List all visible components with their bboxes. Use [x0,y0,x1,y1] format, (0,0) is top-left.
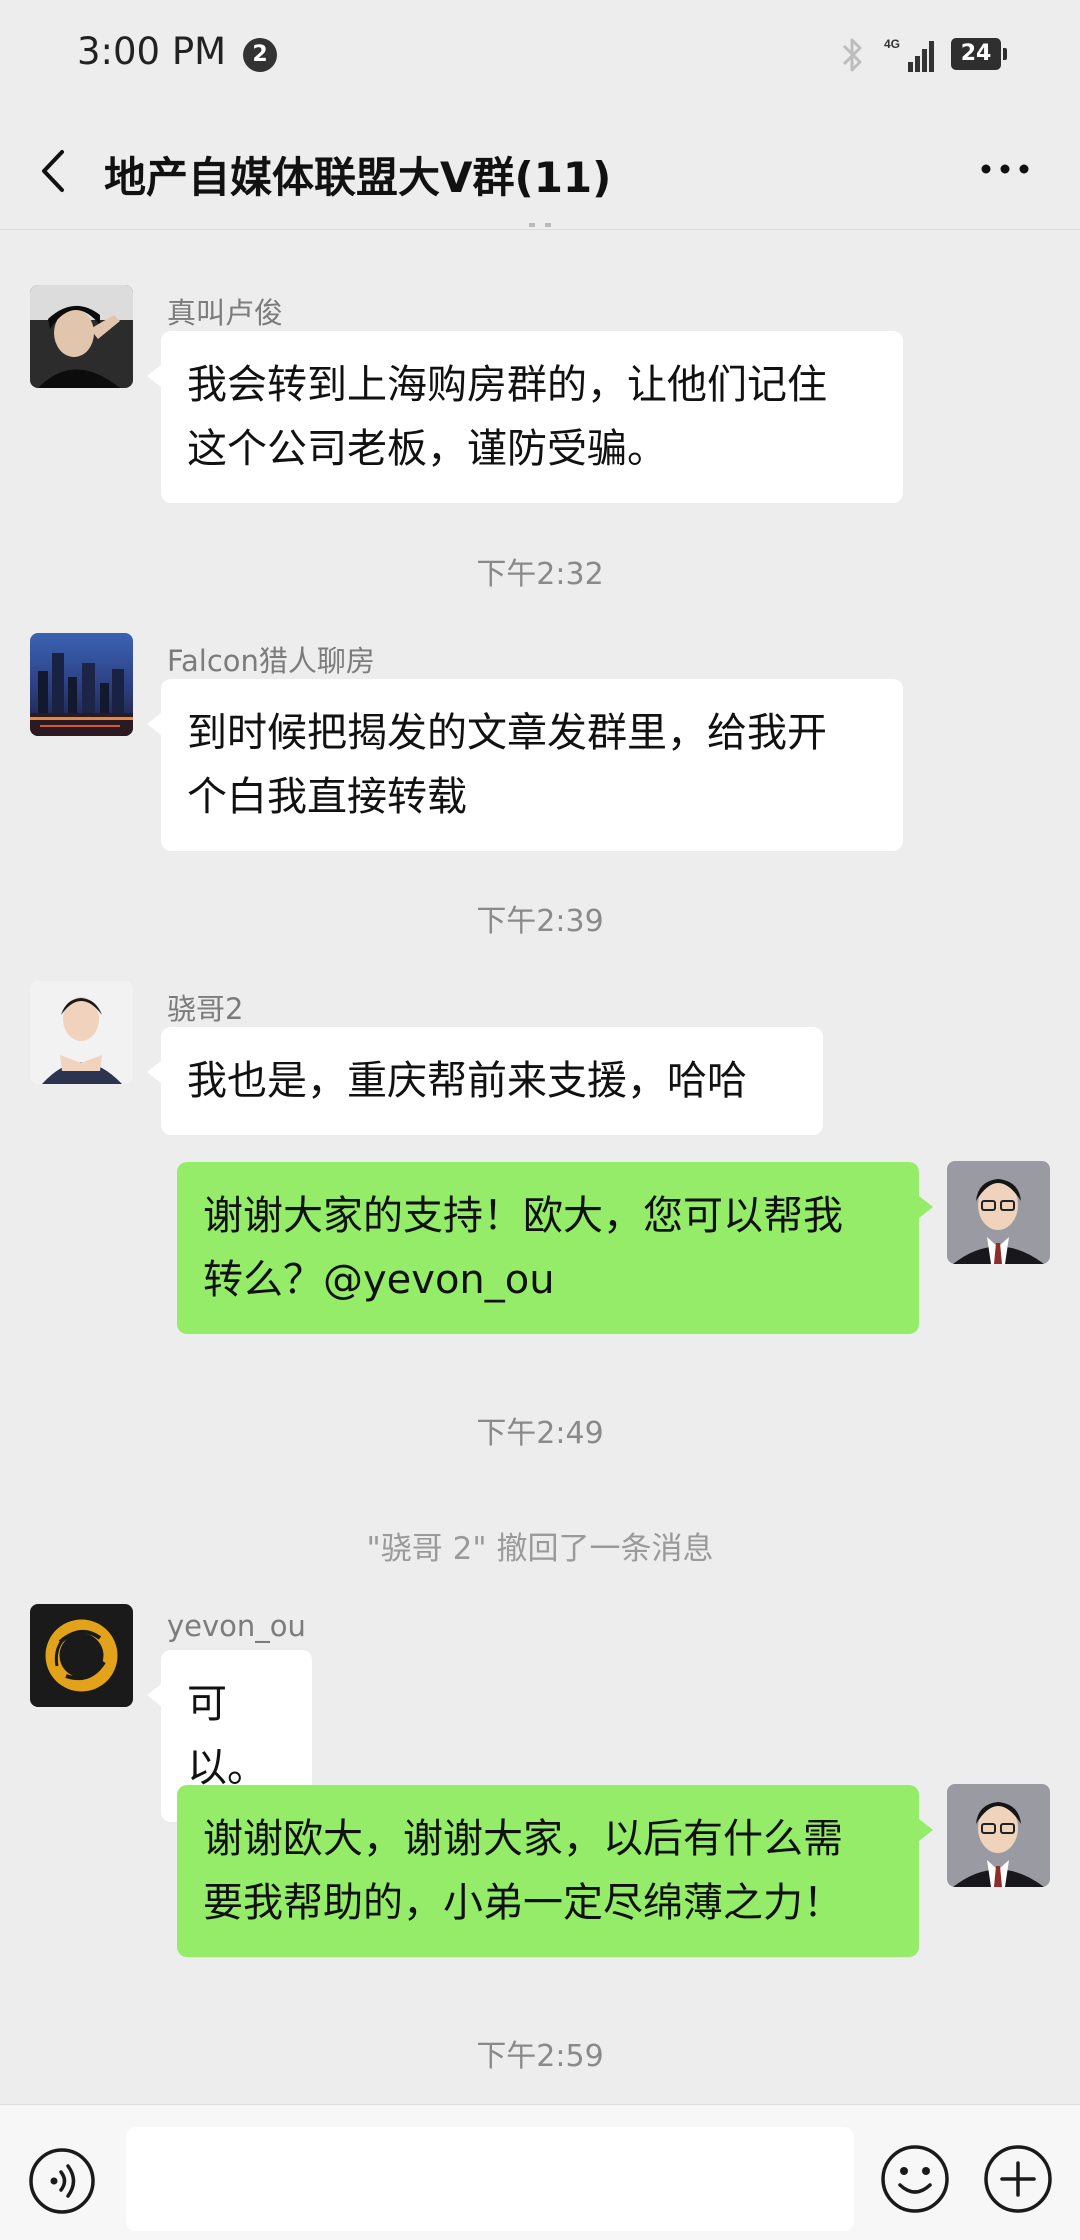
recall-notice: "骁哥 2" 撤回了一条消息 [366,1531,714,1567]
avatar[interactable] [30,981,133,1084]
scroll-remnant-mark [529,223,551,227]
message-line: 到时候把揭发的文章发群里，给我开 [187,710,827,756]
message-line: 转么？@yevon_ou [203,1257,555,1303]
message-line: 我也是，重庆帮前来支援，哈哈 [187,1058,747,1104]
status-bar: 3:00 PM 2 4G 24 [0,0,1080,110]
network-label: 4G [884,37,900,51]
sender-name: yevon_ou [167,1609,306,1643]
input-bar [0,2104,1080,2240]
self-avatar[interactable] [947,1161,1050,1264]
sender-name: Falcon猎人聊房 [167,644,375,678]
message-line: 这个公司老板，谨防受骗。 [187,426,667,472]
avatar[interactable] [30,1604,133,1707]
message-bubble[interactable]: 我也是，重庆帮前来支援，哈哈 [147,1027,823,1135]
signal-icon: 4G [884,37,934,72]
sender-name: 骁哥2 [167,992,244,1026]
timestamp: 下午2:32 [476,557,604,592]
message-line: 个白我直接转载 [187,774,467,820]
notification-badge: 2 [243,38,277,72]
plus-icon[interactable] [982,2143,1054,2215]
chat-title: 地产自媒体联盟大V群(11) [104,153,612,202]
sender-name: 真叫卢俊 [167,296,284,330]
message-bubble[interactable]: 我会转到上海购房群的，让他们记住 这个公司老板，谨防受骗。 [147,331,903,503]
message-input[interactable] [126,2127,854,2231]
timestamp: 下午2:49 [476,1416,604,1451]
emoji-icon[interactable] [879,2143,951,2215]
battery-icon: 24 [951,38,1007,70]
message-line: 我会转到上海购房群的，让他们记住 [187,362,827,408]
message-bubble-self[interactable]: 谢谢欧大，谢谢大家，以后有什么需 要我帮助的，小弟一定尽绵薄之力！ [177,1785,933,1957]
chat-header: 地产自媒体联盟大V群(11) [0,110,1080,230]
avatar[interactable] [30,285,133,388]
message-line: 要我帮助的，小弟一定尽绵薄之力！ [203,1880,843,1926]
avatar[interactable] [30,633,133,736]
timestamp: 下午2:59 [476,2039,604,2074]
voice-icon[interactable] [28,2147,96,2215]
message-bubble[interactable]: 到时候把揭发的文章发群里，给我开 个白我直接转载 [147,679,903,851]
message-line: 谢谢大家的支持！欧大，您可以帮我 [203,1193,843,1239]
chevron-left-icon[interactable] [34,146,74,196]
message-bubble-self[interactable]: 谢谢大家的支持！欧大，您可以帮我 转么？@yevon_ou [177,1162,933,1334]
message-line: 谢谢欧大，谢谢大家，以后有什么需 [203,1816,843,1862]
more-dots-icon[interactable] [980,162,1030,176]
timestamp: 下午2:39 [476,904,604,939]
self-avatar[interactable] [947,1784,1050,1887]
message-line: 可以。 [187,1681,267,1791]
status-time: 3:00 PM [77,30,227,73]
bluetooth-icon [842,38,862,72]
chat-screen: 3:00 PM 2 4G 24 地产自媒体联盟大V群(11) 真叫卢俊 我会转到… [0,0,1080,2240]
